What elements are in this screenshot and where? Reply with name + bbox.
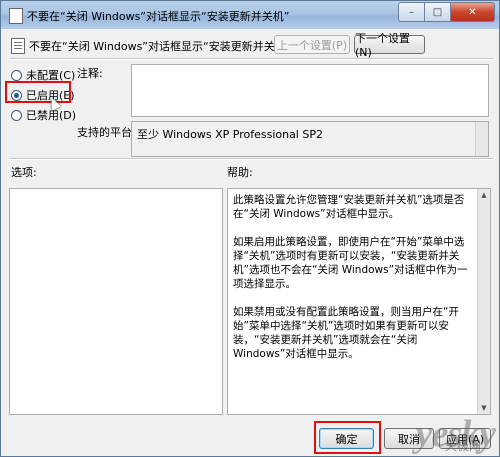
minimize-button[interactable]: –: [398, 2, 425, 22]
highlight-ok-button: [314, 421, 381, 454]
help-pane: 此策略设置允许您管理“安装更新并关机”选项是否在“关闭 Windows”对话框中…: [227, 188, 491, 415]
platform-scrollbar[interactable]: [475, 122, 488, 156]
watermark-subtitle: 天极网: [444, 439, 481, 453]
scroll-down-arrow-icon[interactable]: ▼: [480, 404, 488, 412]
window-title: 不要在“关闭 Windows”对话框显示“安装更新并关机”: [27, 10, 290, 23]
previous-setting-button[interactable]: 上一个设置(P): [274, 35, 350, 54]
title-bar[interactable]: 不要在“关闭 Windows”对话框显示“安装更新并关机” – □ ✕: [1, 1, 499, 29]
next-setting-button[interactable]: 下一个设置(N): [354, 32, 425, 59]
help-label: 帮助:: [227, 166, 253, 179]
help-text: 此策略设置允许您管理“安装更新并关机”选项是否在“关闭 Windows”对话框中…: [233, 193, 474, 375]
radio-disabled[interactable]: 已禁用(D): [11, 107, 76, 123]
help-paragraph: 如果启用此策略设置，即使用户在“开始”菜单中选择“关机”选项时有更新可以安装，“…: [233, 236, 468, 290]
caption-buttons: – □ ✕: [398, 2, 495, 22]
supported-platform-value: 至少 Windows XP Professional SP2: [137, 128, 323, 141]
policy-document-icon: [9, 8, 23, 24]
policy-setting-dialog: 不要在“关闭 Windows”对话框显示“安装更新并关机” – □ ✕ 不要在“…: [0, 0, 500, 457]
options-pane: [9, 188, 223, 415]
maximize-button[interactable]: □: [425, 2, 451, 22]
highlight-enabled-option: [5, 81, 71, 103]
header-divider: [9, 58, 493, 60]
help-scrollbar[interactable]: ▲ ▼: [477, 189, 490, 414]
supported-platform-field: 至少 Windows XP Professional SP2: [131, 121, 489, 157]
options-label: 选项:: [11, 166, 37, 179]
middle-divider: [9, 158, 493, 160]
scroll-up-arrow-icon[interactable]: ▲: [480, 191, 488, 199]
comment-field[interactable]: [131, 64, 489, 117]
close-button[interactable]: ✕: [451, 2, 495, 22]
radio-circle: [11, 109, 22, 121]
policy-name: 不要在“关闭 Windows”对话框显示“安装更新并关机”: [29, 40, 292, 53]
radio-circle: [11, 69, 22, 81]
help-paragraph: 如果禁用或没有配置此策略设置，则当用户在“开始”菜单中选择“关机”选项时如果有更…: [233, 306, 459, 360]
supported-platform-label: 支持的平台:: [77, 126, 136, 139]
comment-label: 注释:: [77, 67, 103, 80]
help-paragraph: 此策略设置允许您管理“安装更新并关机”选项是否在“关闭 Windows”对话框中…: [233, 194, 465, 220]
policy-setting-icon: [11, 38, 25, 54]
